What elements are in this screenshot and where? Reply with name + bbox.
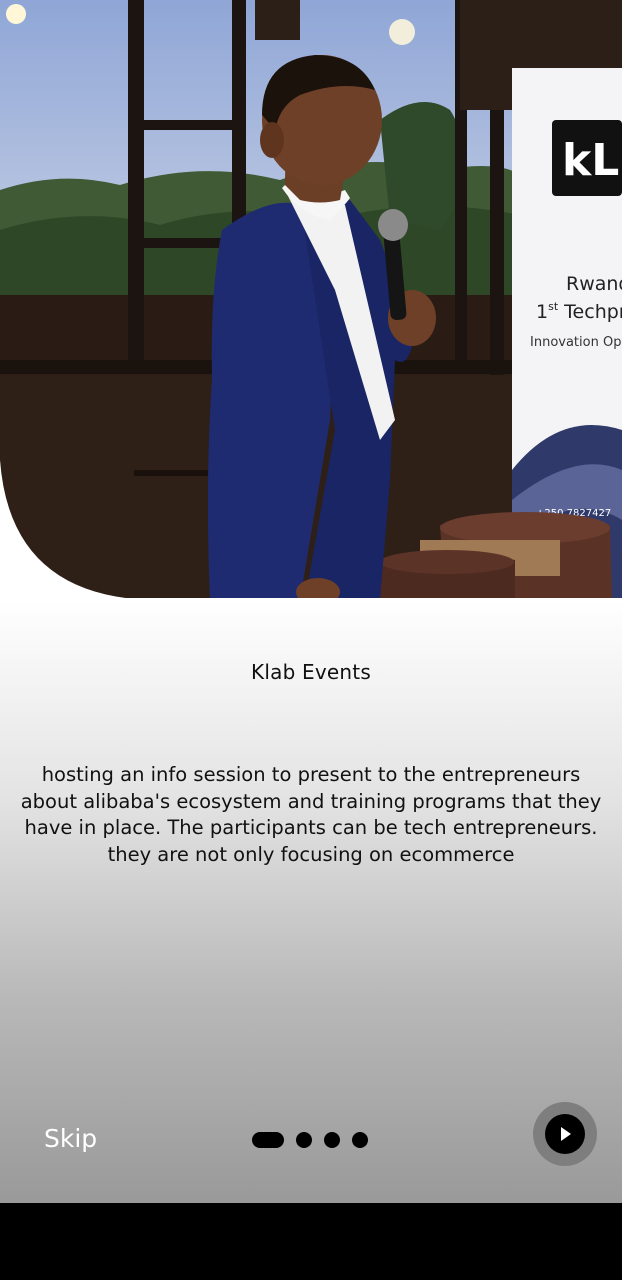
skip-button[interactable]: Skip xyxy=(44,1124,97,1153)
page-dot-2[interactable] xyxy=(296,1132,312,1148)
page-dot-3[interactable] xyxy=(324,1132,340,1148)
slide-description: hosting an info session to present to th… xyxy=(20,763,602,866)
banner-line3: Innovation Ope xyxy=(530,335,622,350)
banner-line1: Rwand xyxy=(566,273,622,295)
play-arrow-icon xyxy=(561,1127,571,1141)
onboarding-screen: kL Rwand 1st Techpre Innovation Ope +250… xyxy=(0,0,622,1280)
page-indicator xyxy=(252,1132,368,1148)
event-photo: kL Rwand 1st Techpre Innovation Ope +250… xyxy=(0,0,622,600)
page-dot-1-active[interactable] xyxy=(252,1132,284,1148)
banner-logo: kL xyxy=(562,135,619,186)
next-button[interactable] xyxy=(533,1102,597,1166)
next-button-circle xyxy=(545,1114,585,1154)
slide-title: Klab Events xyxy=(251,660,371,684)
system-navigation-bar xyxy=(0,1203,622,1280)
page-dot-4[interactable] xyxy=(352,1132,368,1148)
